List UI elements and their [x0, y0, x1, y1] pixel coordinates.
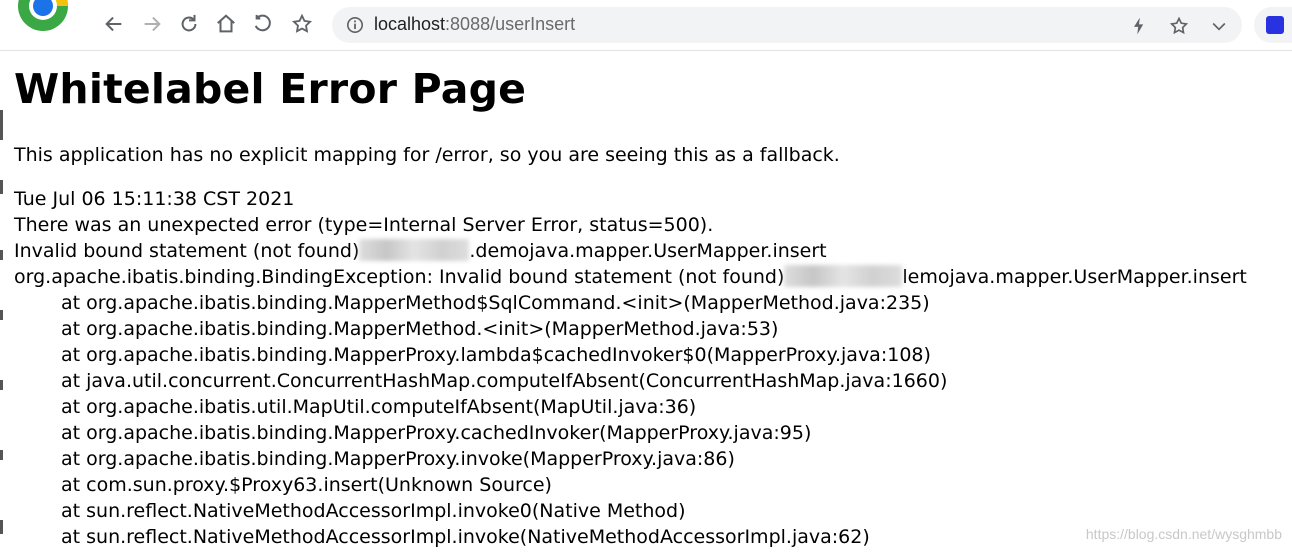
stack-trace-line: at java.util.concurrent.ConcurrentHashMa… [61, 370, 948, 392]
extension-button[interactable] [1254, 7, 1292, 43]
home-button[interactable] [213, 11, 239, 37]
invalid-statement-line: Invalid bound statement (not found) .demo… [14, 238, 1284, 264]
star-icon [1169, 16, 1189, 35]
error-status-line: There was an unexpected error (type=Inte… [14, 214, 714, 236]
info-icon[interactable] [346, 16, 364, 34]
browser-logo-icon[interactable] [14, 0, 72, 32]
stack-trace-line: at org.apache.ibatis.binding.MapperMetho… [61, 292, 930, 314]
page-title: Whitelabel Error Page [14, 65, 527, 113]
undo-button[interactable] [251, 11, 277, 37]
stack-trace-line: at com.sun.proxy.$Proxy63.insert(Unknown… [61, 474, 552, 496]
invalid-statement-suffix: .demojava.mapper.UserMapper.insert [469, 240, 827, 262]
reload-button[interactable] [176, 11, 202, 37]
redacted-package [784, 265, 903, 287]
back-arrow-icon [105, 16, 122, 32]
address-dropdown-button[interactable] [1208, 15, 1230, 37]
lightning-icon [1134, 17, 1144, 35]
back-button[interactable] [101, 11, 127, 37]
error-details: Tue Jul 06 15:11:38 CST 2021 There was a… [14, 186, 1284, 548]
redacted-package [359, 239, 470, 261]
url-path: :8088/userInsert [445, 14, 576, 34]
stack-trace-line: at org.apache.ibatis.binding.MapperProxy… [61, 448, 735, 470]
favorite-button[interactable] [1168, 15, 1190, 37]
url-text[interactable]: localhost:8088/userInsert [374, 14, 575, 35]
address-bar[interactable]: localhost:8088/userInsert [332, 7, 1242, 43]
exception-suffix: lemojava.mapper.UserMapper.insert [902, 266, 1247, 288]
chevron-down-icon [1212, 22, 1226, 31]
baidu-paw-icon [1266, 16, 1284, 34]
star-icon [291, 13, 313, 33]
forward-button[interactable] [139, 11, 165, 37]
bookmark-button[interactable] [289, 11, 315, 37]
url-host: localhost [374, 14, 446, 34]
stack-trace: at org.apache.ibatis.binding.MapperMetho… [14, 290, 1284, 548]
fallback-message: This application has no explicit mapping… [14, 144, 840, 166]
error-timestamp: Tue Jul 06 15:11:38 CST 2021 [14, 188, 295, 210]
stack-trace-line: at sun.reflect.NativeMethodAccessorImpl.… [61, 500, 686, 522]
stack-trace-line: at org.apache.ibatis.binding.MapperMetho… [61, 318, 779, 340]
invalid-statement-prefix: Invalid bound statement (not found) [14, 240, 360, 262]
watermark: https://blog.csdn.net/wysghmbb [1085, 526, 1282, 542]
stack-trace-line: at org.apache.ibatis.binding.MapperProxy… [61, 344, 931, 366]
exception-line: org.apache.ibatis.binding.BindingExcepti… [14, 264, 1284, 290]
lightning-button[interactable] [1128, 15, 1150, 37]
browser-toolbar: localhost:8088/userInsert [0, 0, 1292, 51]
undo-icon [254, 14, 271, 32]
stack-trace-line: at org.apache.ibatis.binding.MapperProxy… [61, 422, 812, 444]
reload-icon [181, 14, 197, 32]
stack-trace-line: at org.apache.ibatis.util.MapUtil.comput… [61, 396, 697, 418]
home-icon [217, 14, 235, 33]
left-edge-artifacts [0, 50, 6, 552]
error-page-content: Whitelabel Error Page This application h… [14, 62, 1284, 548]
forward-arrow-icon [144, 16, 161, 32]
exception-prefix: org.apache.ibatis.binding.BindingExcepti… [14, 266, 785, 288]
